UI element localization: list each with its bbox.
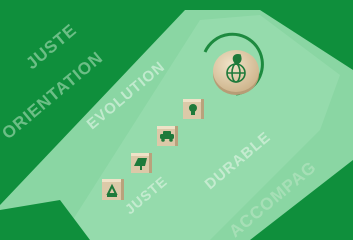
cube-solar-panel <box>131 153 152 173</box>
photo-scene: JUSTE ORIENTATION EVOLUTION DURABLE JUST… <box>0 0 353 240</box>
cube-recycle <box>102 179 124 200</box>
cube-lightbulb <box>183 99 204 119</box>
cube-electric-car <box>157 126 178 146</box>
